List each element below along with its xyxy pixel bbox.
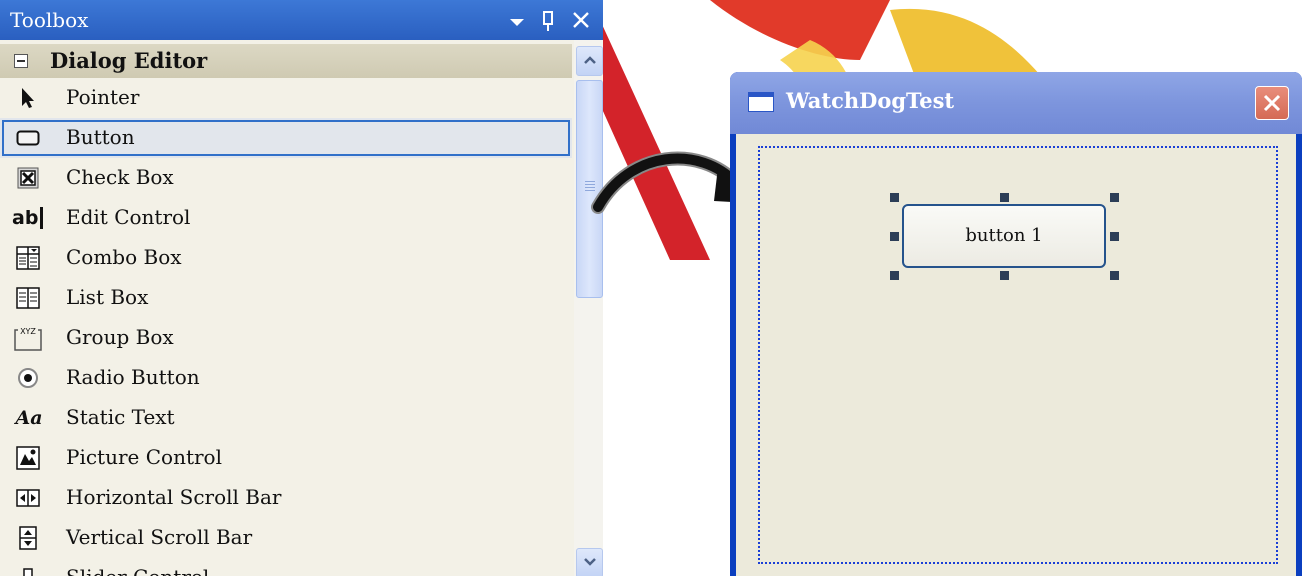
toolbox-title: Toolbox xyxy=(10,8,89,32)
toolbox-item-check-box[interactable]: Check Box xyxy=(0,158,572,198)
edit-icon-glyph: ab xyxy=(12,207,39,229)
edit-control-icon: ab xyxy=(12,206,46,230)
dropdown-arrow-icon[interactable] xyxy=(508,0,526,40)
item-label: Check Box xyxy=(66,165,174,189)
group-box-icon: XYZ xyxy=(14,326,42,351)
resize-handle[interactable] xyxy=(890,193,899,202)
toolbox-item-slider-control[interactable]: Slider Control xyxy=(0,558,572,576)
toolbox-item-button[interactable]: Button xyxy=(0,118,572,158)
toolbox-item-static-text[interactable]: Aa Static Text xyxy=(0,398,572,438)
check-box-icon xyxy=(16,166,40,190)
resize-handle[interactable] xyxy=(1000,193,1009,202)
toolbox-item-radio-button[interactable]: Radio Button xyxy=(0,358,572,398)
dialog-close-button[interactable] xyxy=(1255,86,1289,120)
chevron-up-icon xyxy=(583,56,596,64)
item-label: Group Box xyxy=(66,325,174,349)
item-label: Edit Control xyxy=(66,205,191,229)
item-label: Combo Box xyxy=(66,245,182,269)
collapse-icon[interactable] xyxy=(14,54,28,68)
toolbox-item-edit-control[interactable]: ab Edit Control xyxy=(0,198,572,238)
scroll-up-button[interactable] xyxy=(576,46,603,76)
slider-control-icon xyxy=(16,566,40,576)
category-header-dialog-editor[interactable]: Dialog Editor xyxy=(0,44,572,78)
resize-handle[interactable] xyxy=(1000,271,1009,280)
combo-box-icon xyxy=(16,246,40,270)
item-label: Vertical Scroll Bar xyxy=(66,525,253,549)
toolbox-item-picture-control[interactable]: Picture Control xyxy=(0,438,572,478)
list-box-icon xyxy=(16,286,40,310)
toolbox-scrollbar[interactable] xyxy=(574,40,603,576)
dialog-title-bar[interactable]: WatchDogTest xyxy=(730,72,1302,134)
item-label: Pointer xyxy=(66,85,140,109)
dialog-title: WatchDogTest xyxy=(786,88,955,113)
dialog-window: WatchDogTest button 1 xyxy=(730,72,1302,576)
chevron-down-icon xyxy=(583,558,596,566)
scroll-down-button[interactable] xyxy=(576,548,603,576)
close-icon xyxy=(1263,94,1281,112)
category-label: Dialog Editor xyxy=(50,48,208,73)
resize-handle[interactable] xyxy=(890,232,899,241)
pointer-icon xyxy=(16,86,40,110)
toolbox-item-pointer[interactable]: Pointer xyxy=(0,78,572,118)
toolbox-title-bar: Toolbox xyxy=(0,0,603,40)
toolbox-list: Dialog Editor Pointer Button Check Box a… xyxy=(0,40,574,576)
pin-icon[interactable] xyxy=(540,0,556,40)
resize-handle[interactable] xyxy=(1110,193,1119,202)
picture-control-icon xyxy=(16,446,40,470)
dialog-client-area: button 1 xyxy=(736,134,1296,576)
static-icon-glyph: Aa xyxy=(15,407,43,429)
static-text-icon: Aa xyxy=(14,406,44,430)
toolbox-item-combo-box[interactable]: Combo Box xyxy=(0,238,572,278)
toolbox-item-horizontal-scroll-bar[interactable]: Horizontal Scroll Bar xyxy=(0,478,572,518)
horizontal-scroll-bar-icon xyxy=(16,486,40,510)
item-label: Static Text xyxy=(66,405,175,429)
radio-button-icon xyxy=(16,366,40,390)
toolbox-item-group-box[interactable]: XYZ Group Box xyxy=(0,318,572,358)
item-label: Slider Control xyxy=(66,565,209,576)
dialog-button-1[interactable]: button 1 xyxy=(902,204,1106,268)
close-icon[interactable] xyxy=(571,0,591,40)
window-icon xyxy=(748,92,774,112)
toolbox-panel: Toolbox Dialog Editor Pointer Button Che… xyxy=(0,0,603,576)
toolbox-item-list-box[interactable]: List Box xyxy=(0,278,572,318)
item-label: Horizontal Scroll Bar xyxy=(66,485,282,509)
group-icon-glyph: XYZ xyxy=(20,327,36,336)
resize-handle[interactable] xyxy=(1110,232,1119,241)
item-label: Picture Control xyxy=(66,445,222,469)
item-label: List Box xyxy=(66,285,149,309)
resize-handle[interactable] xyxy=(1110,271,1119,280)
item-label: Radio Button xyxy=(66,365,200,389)
vertical-scroll-bar-icon xyxy=(16,526,40,550)
item-label: Button xyxy=(66,125,135,149)
button-icon xyxy=(16,126,40,150)
toolbox-item-vertical-scroll-bar[interactable]: Vertical Scroll Bar xyxy=(0,518,572,558)
resize-handle[interactable] xyxy=(890,271,899,280)
